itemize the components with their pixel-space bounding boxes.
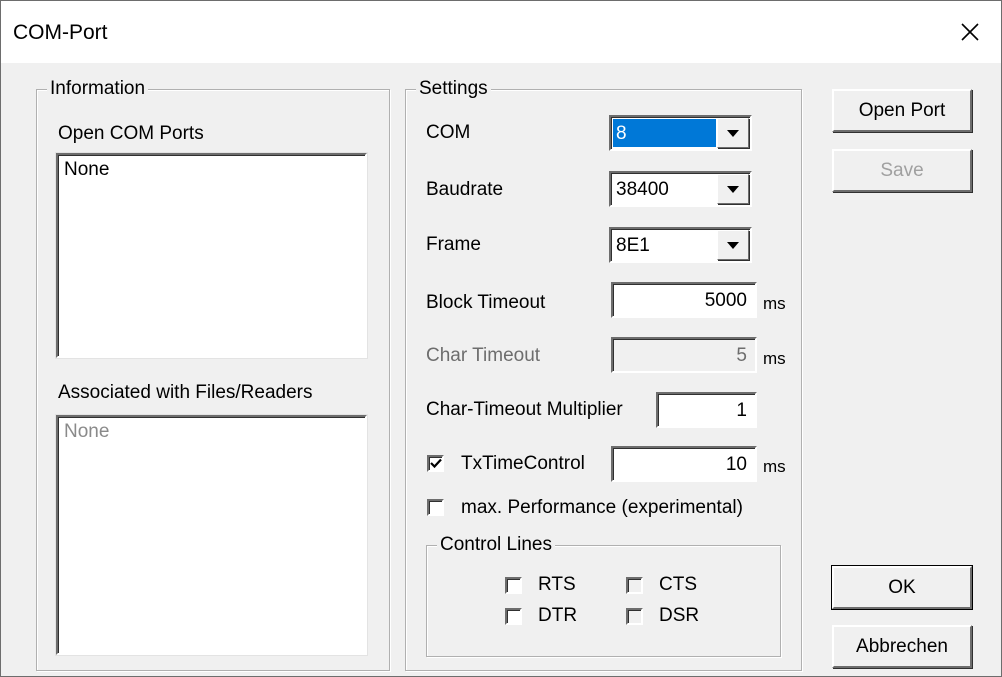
- tx-time-control-unit: ms: [763, 457, 786, 476]
- dsr-label: DSR: [659, 605, 700, 626]
- settings-legend: Settings: [416, 78, 491, 100]
- baudrate-value: 38400: [616, 179, 669, 200]
- window-title: COM-Port: [13, 21, 108, 44]
- com-select[interactable]: 8: [609, 115, 752, 151]
- max-performance-checkbox[interactable]: [427, 499, 444, 516]
- rts-label[interactable]: RTS: [538, 574, 576, 596]
- block-timeout-unit: ms: [763, 294, 786, 313]
- char-timeout-unit: ms: [763, 349, 786, 368]
- rts-checkbox[interactable]: [505, 577, 522, 594]
- frame-dropdown-button[interactable]: [717, 230, 749, 260]
- close-button[interactable]: [939, 1, 1001, 63]
- dtr-checkbox[interactable]: [505, 608, 522, 625]
- information-legend: Information: [47, 78, 149, 100]
- dsr-checkbox: [626, 608, 643, 625]
- chevron-down-icon: [727, 129, 739, 137]
- checkmark-icon: [429, 458, 442, 469]
- block-timeout-label: Block Timeout: [426, 292, 546, 313]
- title-bar: COM-Port: [1, 1, 1001, 63]
- com-port-dialog: COM-Port Information Open COM Ports None…: [0, 0, 1002, 677]
- com-label: COM: [426, 122, 471, 143]
- tx-time-control-label[interactable]: TxTimeControl: [461, 453, 585, 475]
- chevron-down-icon: [727, 185, 739, 193]
- control-lines-legend: Control Lines: [437, 534, 555, 556]
- chevron-down-icon: [727, 241, 739, 249]
- dtr-label[interactable]: DTR: [538, 605, 577, 627]
- block-timeout-input[interactable]: 5000: [611, 282, 757, 318]
- close-icon: [961, 23, 979, 41]
- frame-label: Frame: [426, 234, 481, 255]
- associated-files-list: None: [56, 415, 367, 655]
- char-timeout-multiplier-input[interactable]: 1: [656, 392, 757, 428]
- control-lines-group: Control Lines: [426, 534, 781, 657]
- com-value: 8: [613, 119, 716, 147]
- frame-value: 8E1: [616, 235, 650, 256]
- baudrate-select[interactable]: 38400: [609, 171, 752, 207]
- open-com-ports-list[interactable]: None: [56, 153, 367, 358]
- char-timeout-label: Char Timeout: [426, 345, 541, 366]
- cts-checkbox: [626, 577, 643, 594]
- open-com-ports-label: Open COM Ports: [58, 123, 204, 144]
- tx-time-control-checkbox[interactable]: [427, 455, 444, 472]
- list-item[interactable]: None: [64, 159, 359, 181]
- list-item: None: [64, 421, 110, 442]
- char-timeout-multiplier-label: Char-Timeout Multiplier: [426, 399, 623, 420]
- com-dropdown-button[interactable]: [717, 118, 749, 148]
- baudrate-label: Baudrate: [426, 179, 504, 200]
- open-port-button[interactable]: Open Port: [832, 89, 972, 132]
- baudrate-dropdown-button[interactable]: [717, 174, 749, 204]
- char-timeout-input: 5: [611, 337, 757, 373]
- cancel-button[interactable]: Abbrechen: [832, 625, 972, 668]
- max-performance-label[interactable]: max. Performance (experimental): [461, 497, 743, 519]
- cts-label: CTS: [659, 574, 697, 595]
- ok-button[interactable]: OK: [831, 565, 973, 610]
- save-button: Save: [832, 149, 972, 192]
- associated-label: Associated with Files/Readers: [58, 382, 313, 403]
- tx-time-control-input[interactable]: 10: [611, 446, 757, 482]
- frame-select[interactable]: 8E1: [609, 227, 752, 263]
